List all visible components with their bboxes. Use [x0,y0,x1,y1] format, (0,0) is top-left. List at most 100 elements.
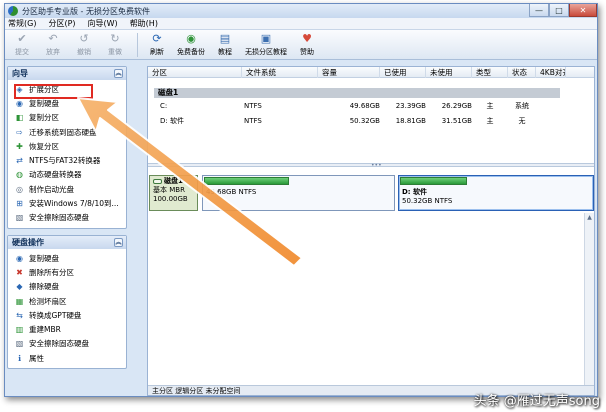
convert-gpt-icon: ⇆ [16,310,23,320]
copy-partition-icon: ◧ [15,113,24,123]
col-filesystem[interactable]: 文件系统 [242,67,318,78]
title-bar[interactable]: 分区助手专业版 - 无损分区免费软件 — □ ✕ [5,4,597,18]
secure-erase-ssd-icon: ▧ [15,213,24,223]
menu-bar: 常规(G) 分区(P) 向导(W) 帮助(H) [5,18,597,30]
scroll-up-icon[interactable]: ▲ [585,213,594,222]
partition-block-c[interactable]: 49.68GB NTFS [202,175,395,211]
window-controls: — □ ✕ [529,4,597,18]
sponsor-icon: ♥ [302,32,312,45]
menu-general[interactable]: 常规(G) [8,18,36,29]
col-free[interactable]: 未使用 [426,67,472,78]
col-type[interactable]: 类型 [472,67,508,78]
wizard-panel-title: 向导 [12,69,28,78]
wizard-install-windows[interactable]: ⊞ 安装Windows 7/8/10到... [8,196,126,210]
table-header: 分区 文件系统 容量 已使用 未使用 类型 状态 4KB对齐 [148,67,594,78]
op-wipe-disk[interactable]: ◆ 擦除硬盘 [8,280,126,294]
partition-block-d[interactable]: D: 软件 50.32GB NTFS [398,175,594,211]
toolbar: ✔ 提交 ↶ 放弃 ↺ 撤销 ↻ 重做 ⟳ 刷新 ◉ 免费备份 ▤ 教程 ▣ 无… [5,30,597,60]
col-4k-align[interactable]: 4KB对齐 [536,67,566,78]
toolbar-separator [137,33,138,57]
collapse-icon[interactable]: ︽ [114,237,123,247]
sidebar: 向导 ︽ ◈ 扩展分区 ◉ 复制硬盘 ◧ 复制分区 ⇨ 迁移系统到固态硬盘 ✚ 恢复分区 … [7,66,127,396]
bad-sector-icon: ▦ [15,296,24,306]
watermark-text: 头条 @雁过无声song [473,394,600,409]
menu-partition[interactable]: 分区(P) [48,18,75,29]
disk-info-box[interactable]: 磁盘1 基本 MBR 100.00GB [149,175,198,211]
disk-ops-panel-header[interactable]: 硬盘操作 ︽ [8,235,126,249]
tutorial-icon: ▤ [219,32,231,45]
bootable-cd-icon: ◎ [16,184,23,194]
redo-button[interactable]: ↻ 重做 [104,32,126,57]
window-title: 分区助手专业版 - 无损分区免费软件 [22,6,150,16]
rebuild-mbr-icon: ▥ [15,325,24,335]
op-convert-gpt[interactable]: ⇆ 转换成GPT硬盘 [8,308,126,322]
col-capacity[interactable]: 容量 [318,67,380,78]
disk-icon [153,178,162,184]
redo-icon: ↻ [110,32,120,45]
collapse-icon[interactable]: ︽ [114,69,123,78]
col-status[interactable]: 状态 [508,67,536,78]
used-space-bar [204,177,289,185]
highlight-box [14,84,93,99]
sponsor-button[interactable]: ♥ 赞助 [296,32,318,57]
wizard-bootable-cd[interactable]: ◎ 制作启动光盘 [8,182,126,196]
main-panel: 分区 文件系统 容量 已使用 未使用 类型 状态 4KB对齐 磁盘1 C: NT… [147,66,595,396]
splitter-grip-icon: ••• [371,162,382,169]
secure-erase-ssd-icon: ▧ [15,339,24,349]
partition-tutorial-icon: ▣ [260,32,272,45]
menu-wizard[interactable]: 向导(W) [88,18,118,29]
wipe-disk-icon: ◆ [16,282,23,292]
undo-button[interactable]: ↺ 撤销 [73,32,95,57]
discard-button[interactable]: ↶ 放弃 [42,32,64,57]
tutorial-button[interactable]: ▤ 教程 [214,32,236,57]
col-used[interactable]: 已使用 [380,67,426,78]
disk-ops-panel: 硬盘操作 ︽ ◉ 复制硬盘 ✖ 删除所有分区 ◆ 擦除硬盘 ▦ 检测坏扇区 ⇆ 转换成GP… [7,234,127,370]
pane-splitter[interactable]: ••• [148,162,594,169]
maximize-button[interactable]: □ [549,4,569,17]
table-row[interactable]: D: 软件 NTFS 50.32GB 18.81GB 31.51GB 主 无 [148,115,594,128]
recover-partition-icon: ✚ [16,141,23,151]
refresh-icon: ⟳ [152,32,162,45]
wizard-dynamic-disk[interactable]: ◍ 动态硬盘转换器 [8,168,126,182]
wizard-copy-partition[interactable]: ◧ 复制分区 [8,111,126,125]
undo-icon: ↺ [79,32,89,45]
vertical-scrollbar[interactable]: ▲ [584,213,594,385]
partition-tutorial-button[interactable]: ▣ 无损分区教程 [245,32,287,57]
wizard-list: ◈ 扩展分区 ◉ 复制硬盘 ◧ 复制分区 ⇨ 迁移系统到固态硬盘 ✚ 恢复分区 ⇄ NTFS… [8,80,126,228]
op-properties[interactable]: ℹ 属性 [8,351,126,365]
minimize-button[interactable]: — [529,4,549,17]
op-rebuild-mbr[interactable]: ▥ 重建MBR [8,322,126,336]
wizard-recover-partition[interactable]: ✚ 恢复分区 [8,139,126,153]
discard-icon: ↶ [48,32,58,45]
delete-all-partitions-icon: ✖ [16,267,23,277]
used-space-bar [400,177,467,185]
close-button[interactable]: ✕ [569,4,597,17]
op-copy-disk[interactable]: ◉ 复制硬盘 [8,251,126,265]
copy-disk-icon: ◉ [16,253,23,263]
wizard-panel-header[interactable]: 向导 ︽ [8,67,126,80]
app-logo-icon [8,6,18,16]
op-bad-sector[interactable]: ▦ 检测坏扇区 [8,294,126,308]
backup-icon: ◉ [186,32,196,45]
disk-ops-list: ◉ 复制硬盘 ✖ 删除所有分区 ◆ 擦除硬盘 ▦ 检测坏扇区 ⇆ 转换成GPT硬盘 ▥ 重建… [8,249,126,368]
workspace: 向导 ︽ ◈ 扩展分区 ◉ 复制硬盘 ◧ 复制分区 ⇨ 迁移系统到固态硬盘 ✚ 恢复分区 … [5,62,597,396]
disk-group-row[interactable]: 磁盘1 [154,88,560,98]
refresh-button[interactable]: ⟳ 刷新 [146,32,168,57]
dynamic-disk-icon: ◍ [16,170,23,180]
col-partition[interactable]: 分区 [148,67,242,78]
wizard-secure-erase-ssd[interactable]: ▧ 安全擦除固态硬盘 [8,211,126,225]
menu-help[interactable]: 帮助(H) [130,18,158,29]
wizard-ntfs-fat32[interactable]: ⇄ NTFS与FAT32转换器 [8,153,126,167]
copy-disk-icon: ◉ [16,98,23,108]
ntfs-fat32-icon: ⇄ [16,156,23,166]
wizard-migrate-os[interactable]: ⇨ 迁移系统到固态硬盘 [8,125,126,139]
op-delete-all-partitions[interactable]: ✖ 删除所有分区 [8,265,126,279]
wizard-panel: 向导 ︽ ◈ 扩展分区 ◉ 复制硬盘 ◧ 复制分区 ⇨ 迁移系统到固态硬盘 ✚ 恢复分区 … [7,66,127,229]
migrate-os-icon: ⇨ [16,127,23,137]
submit-button[interactable]: ✔ 提交 [11,32,33,57]
op-secure-erase-ssd[interactable]: ▧ 安全擦除固态硬盘 [8,337,126,351]
app-window: 分区助手专业版 - 无损分区免费软件 — □ ✕ 常规(G) 分区(P) 向导(… [4,3,598,397]
disk-map: 磁盘1 基本 MBR 100.00GB 49.68GB NTFS D: 软件 5… [148,169,594,215]
free-backup-button[interactable]: ◉ 免费备份 [177,32,205,57]
table-row[interactable]: C: NTFS 49.68GB 23.39GB 26.29GB 主 系统 [148,100,594,113]
